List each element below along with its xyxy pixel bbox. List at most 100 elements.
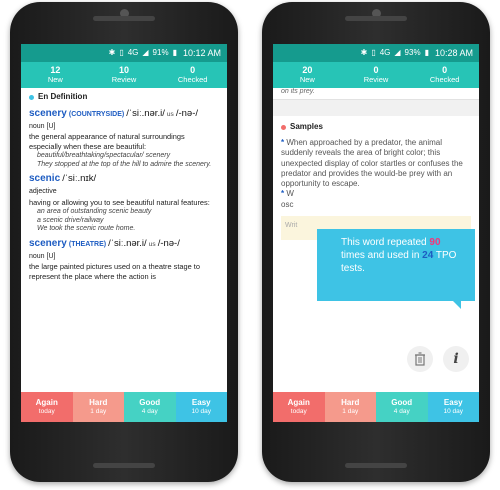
phone-right: ✱ ▯ 4G ◢ 93% ▮ 10:28 AM 20 New 0 Review … (262, 2, 490, 482)
bluetooth-icon: ✱ (360, 48, 368, 57)
count-tab-review[interactable]: 10 Review (90, 62, 159, 88)
count-bar: 12 New 10 Review 0 Checked (21, 62, 227, 88)
signal-icon: ◢ (142, 48, 149, 57)
sample-star-icon: * (281, 189, 285, 199)
count-tab-checked[interactable]: 0 Checked (158, 62, 227, 88)
entry-example: a scenic drive/railway (37, 216, 104, 224)
entry-grammar: noun [U] (29, 252, 56, 260)
again-interval: today (290, 407, 307, 415)
entry-pronunciation: /ˈsiː.nər.i/ (126, 108, 165, 119)
count-tab-new[interactable]: 12 New (21, 62, 90, 88)
easy-button[interactable]: Easy 10 day (175, 392, 227, 422)
entry-us-label: us (148, 241, 156, 248)
good-button[interactable]: Good 4 day (376, 392, 428, 422)
section-title: En Definition (38, 92, 88, 101)
screen-right: ✱ ▯ 4G ◢ 93% ▮ 10:28 AM 20 New 0 Review … (273, 44, 479, 422)
entry-sense-tag: (COUNTRYSIDE) (68, 111, 125, 118)
hard-interval: 1 day (90, 407, 107, 415)
battery-percent: 91% (152, 48, 169, 57)
hard-interval: 1 day (342, 407, 359, 415)
vibrate-icon: ▯ (371, 48, 376, 57)
easy-label: Easy (443, 398, 463, 408)
status-bar: ✱ ▯ 4G ◢ 93% ▮ 10:28 AM (273, 44, 479, 62)
battery-icon: ▮ (424, 48, 429, 57)
entry-pronunciation: /ˈsiː.nər.i/ (108, 238, 147, 249)
dictionary-entry: scenic /ˈsiː.nɪk/ adjective having or al… (29, 173, 219, 234)
count-new-label: New (299, 74, 315, 84)
easy-button[interactable]: Easy 10 day (427, 392, 479, 422)
hard-label: Hard (89, 398, 108, 408)
entry-grammar: adjective (29, 187, 57, 195)
count-bar: 20 New 0 Review 0 Checked (273, 62, 479, 88)
entry-pronunciation: /ˈsiː.nɪk/ (62, 173, 97, 185)
sample-text: W (286, 189, 294, 199)
dictionary-entry: scenery (THEATRE) /ˈsiː.nər.i/ us /-nə-/… (29, 238, 219, 281)
count-new-label: New (47, 74, 63, 84)
tooltip-test-count: 24 (422, 250, 434, 262)
network-type: 4G (379, 48, 391, 57)
battery-icon: ▮ (172, 48, 177, 57)
count-checked-label: Checked (177, 74, 208, 84)
entry-grammar: noun [U] (29, 122, 56, 130)
easy-interval: 10 day (443, 407, 464, 415)
section-dot-icon (29, 94, 34, 100)
earpiece-speaker (345, 16, 407, 21)
hard-button[interactable]: Hard 1 day (72, 392, 124, 422)
info-icon[interactable]: i (443, 346, 469, 372)
count-review-label: Review (363, 74, 389, 84)
stage: ✱ ▯ 4G ◢ 91% ▮ 10:12 AM 12 New 10 Review… (0, 0, 500, 490)
entry-definition: having or allowing you to see beautiful … (29, 197, 210, 207)
network-type: 4G (127, 48, 139, 57)
entry-definition: the large painted pictures used on a the… (29, 262, 200, 281)
entry-us-pronunciation: /-nə-/ (157, 238, 180, 249)
vibrate-icon: ▯ (119, 48, 124, 57)
entry-us-label: us (166, 111, 174, 118)
section-heading: En Definition (29, 92, 219, 102)
count-tab-review[interactable]: 0 Review (342, 62, 411, 88)
count-checked-label: Checked (429, 74, 460, 84)
samples-card: Samples * When approached by a predator,… (273, 116, 479, 216)
rating-bar: Again today Hard 1 day Good 4 day Easy 1… (21, 392, 227, 422)
count-tab-checked[interactable]: 0 Checked (410, 62, 479, 88)
word-stats-tooltip: This word repeated 90 times and used in … (317, 229, 475, 309)
signal-icon: ◢ (394, 48, 401, 57)
good-interval: 4 day (141, 407, 158, 415)
again-button[interactable]: Again today (21, 392, 73, 422)
entry-headword[interactable]: scenery (29, 238, 67, 249)
good-button[interactable]: Good 4 day (124, 392, 176, 422)
phone-left: ✱ ▯ 4G ◢ 91% ▮ 10:12 AM 12 New 10 Review… (10, 2, 238, 482)
tooltip-text: times and used in (341, 250, 423, 262)
bluetooth-icon: ✱ (108, 48, 116, 57)
screen-left: ✱ ▯ 4G ◢ 91% ▮ 10:12 AM 12 New 10 Review… (21, 44, 227, 422)
section-heading: Samples (281, 122, 471, 132)
count-tab-new[interactable]: 20 New (273, 62, 342, 88)
again-button[interactable]: Again today (273, 392, 325, 422)
status-time: 10:28 AM (434, 48, 473, 58)
tooltip-repeat-count: 90 (429, 237, 441, 248)
good-label: Good (391, 398, 413, 408)
entry-us-pronunciation: /-nə-/ (175, 108, 199, 119)
dictionary-entry: scenery (COUNTRYSIDE) /ˈsiː.nər.i/ us /-… (29, 108, 219, 169)
count-review-label: Review (111, 74, 137, 84)
entry-example: They stopped at the top of the hill to a… (37, 160, 212, 168)
earpiece-speaker (93, 16, 155, 21)
easy-label: Easy (191, 398, 211, 408)
card-gap (273, 100, 479, 116)
entry-headword[interactable]: scenic (29, 173, 60, 184)
trash-icon[interactable] (407, 346, 433, 372)
again-interval: today (38, 407, 55, 415)
status-bar: ✱ ▯ 4G ◢ 91% ▮ 10:12 AM (21, 44, 227, 62)
hard-label: Hard (341, 398, 360, 408)
good-interval: 4 day (393, 407, 410, 415)
bottom-speaker (93, 463, 155, 468)
previous-card-snippet: on its prey. (273, 88, 479, 100)
entry-example: We took the scenic route home. (37, 225, 136, 233)
entry-example: an area of outstanding scenic beauty (37, 207, 152, 215)
definition-content[interactable]: En Definition scenery (COUNTRYSIDE) /ˈsi… (21, 88, 227, 392)
entry-headword[interactable]: scenery (29, 108, 67, 119)
entry-example: beautiful/breathtaking/spectacular/ scen… (37, 151, 171, 159)
tooltip-text: This word repeated (341, 237, 430, 248)
hard-button[interactable]: Hard 1 day (324, 392, 376, 422)
entry-definition: the general appearance of natural surrou… (29, 132, 185, 151)
rating-bar: Again today Hard 1 day Good 4 day Easy 1… (273, 392, 479, 422)
